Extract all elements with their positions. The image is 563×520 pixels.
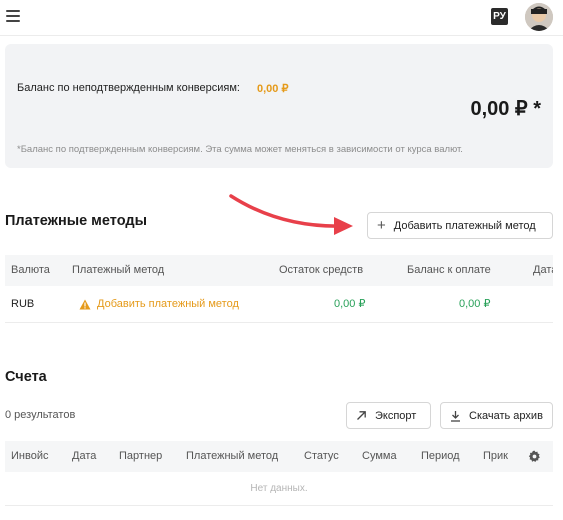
unconfirmed-balance-label: Баланс по неподтвержденным конверсиям: — [17, 82, 240, 94]
results-count: 0 результатов — [5, 409, 76, 421]
column-header: Инвойс — [11, 450, 49, 462]
remaining-cell: 0,00 ₽ — [334, 298, 366, 310]
column-header: Платежный метод — [186, 450, 279, 462]
column-header: Сумма — [362, 450, 397, 462]
total-balance-value: 0,00 ₽ * — [470, 98, 541, 120]
column-header: Период — [421, 450, 460, 462]
balance-card: Баланс по неподтвержденным конверсиям: 0… — [5, 44, 553, 168]
column-header: Валюта — [11, 264, 50, 276]
add-payment-method-link[interactable]: Добавить платежный метод — [79, 286, 239, 323]
top-bar: РУ — [0, 0, 563, 36]
hamburger-menu-icon[interactable] — [6, 10, 20, 22]
export-arrow-icon — [357, 411, 366, 420]
table-header: Валюта Платежный метод Остаток средств Б… — [5, 255, 553, 286]
column-header: Дата — [72, 450, 97, 462]
column-header: Партнер — [119, 450, 163, 462]
empty-state: Нет данных. — [5, 472, 553, 506]
column-header: Статус — [304, 450, 339, 462]
currency-cell: RUB — [11, 298, 35, 310]
column-header: Остаток средств — [279, 264, 364, 276]
accounts-title: Счета — [5, 369, 47, 385]
accounts-table: Инвойс Дата Партнер Платежный метод Стат… — [5, 441, 553, 506]
unconfirmed-balance-value: 0,00 ₽ — [257, 83, 289, 95]
warning-icon — [79, 299, 91, 310]
add-payment-method-label: Добавить платежный метод — [393, 219, 536, 232]
avatar-icon — [525, 3, 553, 31]
export-label: Экспорт — [375, 409, 417, 422]
plus-icon: + — [377, 217, 386, 234]
add-payment-method-button[interactable]: + Добавить платежный метод — [367, 212, 553, 239]
add-payment-method-link-label: Добавить платежный метод — [97, 298, 239, 310]
balance-footnote: *Баланс по подтвержденным конверсиям. Эт… — [17, 144, 463, 155]
table-row: RUB Добавить платежный метод 0,00 ₽ 0,00… — [5, 286, 553, 323]
user-avatar[interactable] — [525, 3, 553, 31]
table-header: Инвойс Дата Партнер Платежный метод Стат… — [5, 441, 553, 472]
column-header: Платежный метод — [72, 264, 165, 276]
payable-cell: 0,00 ₽ — [459, 298, 491, 310]
download-archive-button[interactable]: Скачать архив — [440, 402, 553, 429]
column-header: Баланс к оплате — [407, 264, 491, 276]
export-button[interactable]: Экспорт — [346, 402, 431, 429]
settings-gear-icon[interactable] — [528, 450, 541, 463]
red-arrow-annotation — [229, 194, 353, 235]
payment-methods-title: Платежные методы — [5, 213, 147, 229]
download-icon — [451, 410, 460, 422]
column-header: Дата — [533, 264, 553, 276]
language-switch[interactable]: РУ — [491, 8, 508, 25]
payment-methods-table: Валюта Платежный метод Остаток средств Б… — [5, 255, 553, 323]
download-archive-label: Скачать архив — [469, 409, 543, 422]
column-header: Прик — [483, 450, 508, 462]
